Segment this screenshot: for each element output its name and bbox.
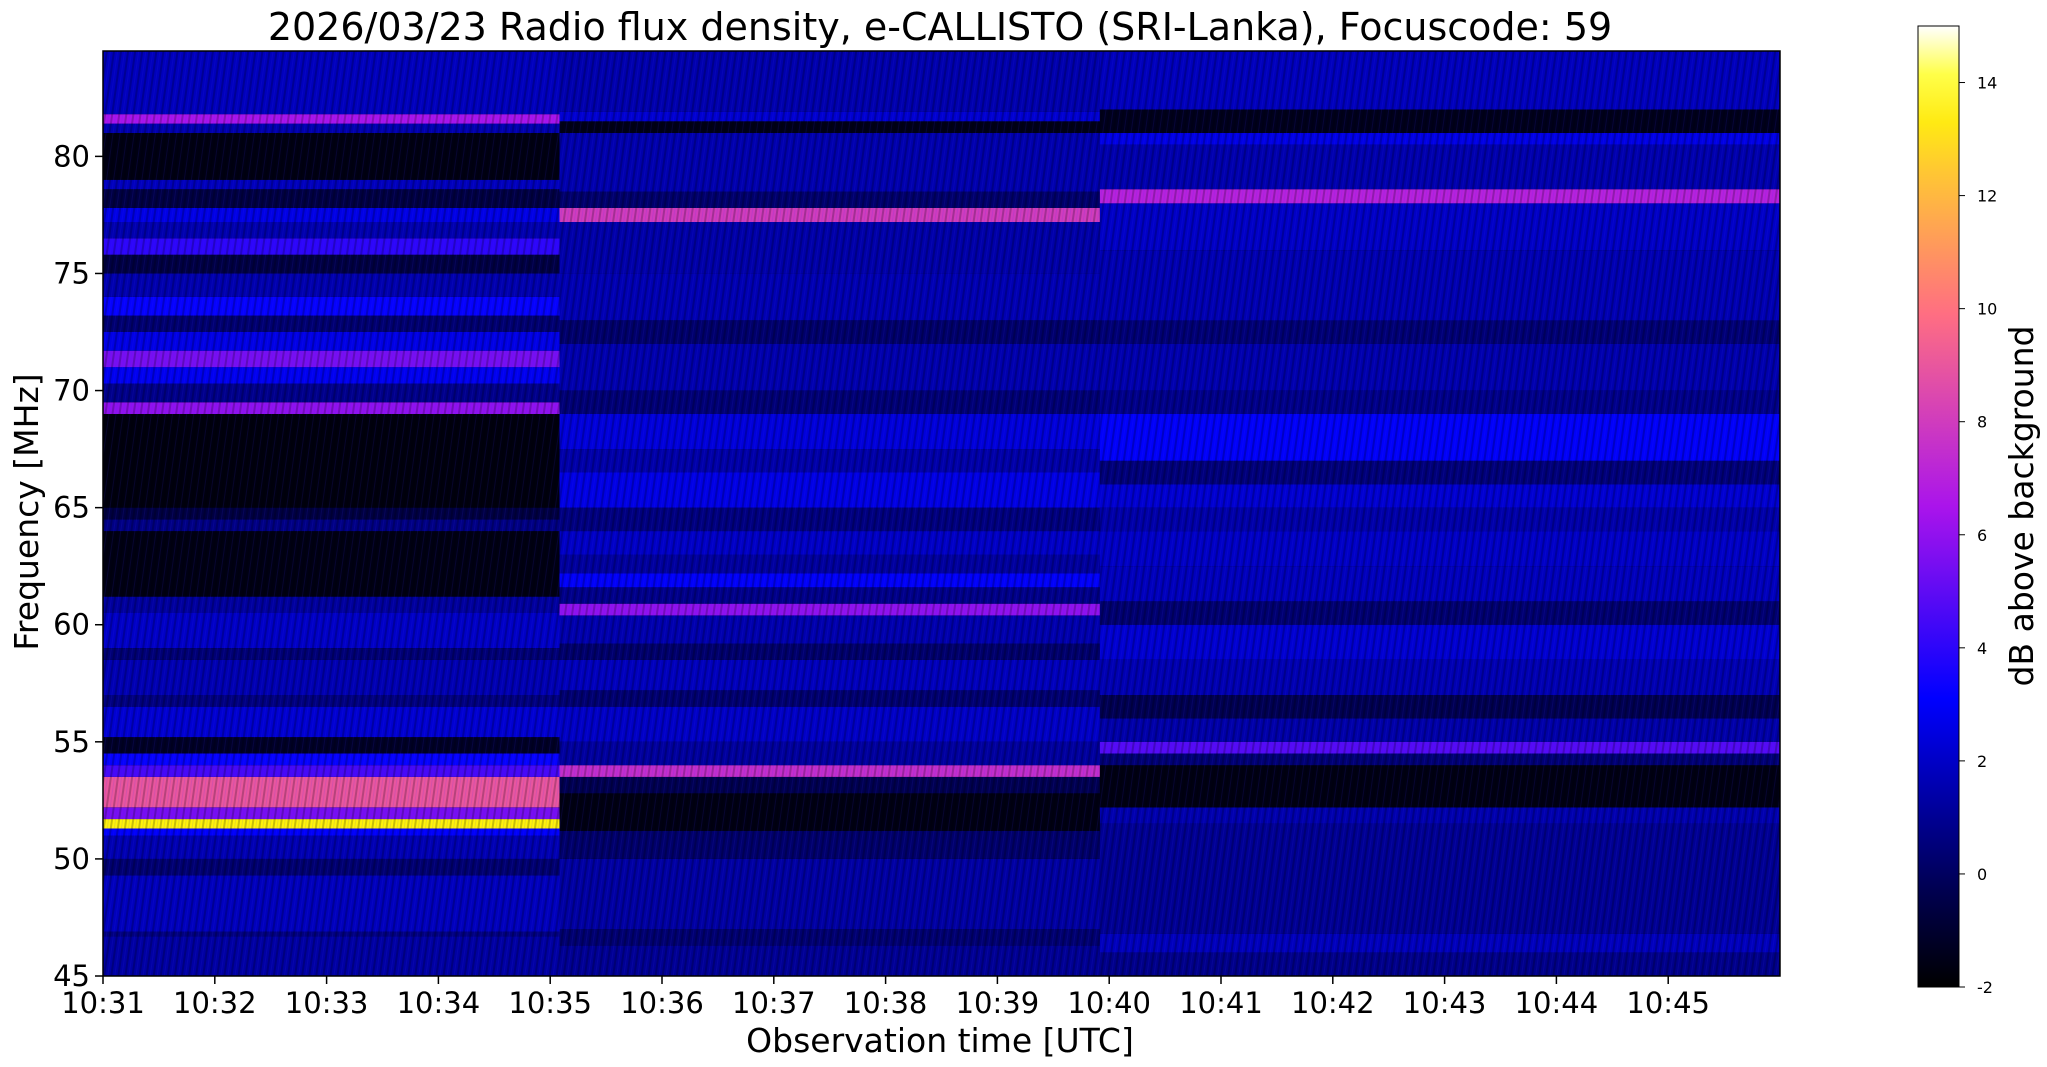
segment-2 [559, 51, 1100, 976]
x-tick-label: 10:42 [1291, 986, 1375, 1020]
segment-1 [103, 51, 560, 976]
segment-texture [559, 51, 1100, 976]
spectrogram-plot-area [102, 50, 1781, 977]
x-tick-label: 10:39 [956, 986, 1040, 1020]
colorbar-tick-label: 14 [1977, 74, 1997, 93]
y-tick-label: 60 [53, 608, 90, 642]
chart-title: 2026/03/23 Radio flux density, e-CALLIST… [268, 5, 1612, 49]
y-tick-label: 50 [53, 842, 90, 876]
y-tick-label: 55 [53, 725, 90, 759]
y-tick-label: 75 [53, 256, 90, 290]
x-tick-label: 10:40 [1067, 986, 1151, 1020]
x-tick-label: 10:45 [1626, 986, 1710, 1020]
colorbar-tick-label: 2 [1977, 752, 1987, 771]
x-tick-label: 10:35 [508, 986, 592, 1020]
y-axis-label: Frequency [MHz] [7, 373, 46, 650]
colorbar-tick-label: 12 [1977, 187, 1997, 206]
y-tick-label: 45 [53, 959, 90, 993]
y-tick-label: 65 [53, 491, 90, 525]
segment-texture [1099, 51, 1780, 976]
x-tick-label: 10:36 [620, 986, 704, 1020]
colorbar-tick-label: 4 [1977, 639, 1987, 658]
colorbar-tick-label: 0 [1977, 865, 1987, 884]
segment-3 [1099, 51, 1780, 976]
colorbar-label: dB above background [2002, 326, 2041, 687]
x-tick-label: 10:38 [844, 986, 928, 1020]
colorbar-tick-label: -2 [1977, 978, 1993, 997]
x-tick-label: 10:34 [397, 986, 481, 1020]
y-axis: 45 50 55 60 65 70 75 80 [53, 139, 103, 993]
spectrogram-figure: 2026/03/23 Radio flux density, e-CALLIST… [7, 5, 2041, 1060]
y-tick-label: 80 [53, 139, 90, 173]
x-tick-label: 10:43 [1403, 986, 1487, 1020]
x-axis: 10:31 10:32 10:33 10:34 10:35 10:36 10:37 10:38… [61, 976, 1710, 1020]
colorbar: -2 0 2 4 6 8 10 12 14 [1917, 25, 1997, 997]
y-tick-label: 70 [53, 374, 90, 408]
x-tick-label: 10:44 [1515, 986, 1599, 1020]
colorbar-tick-label: 6 [1977, 526, 1987, 545]
colorbar-tick-label: 10 [1977, 300, 1997, 319]
x-tick-label: 10:32 [173, 986, 257, 1020]
segment-texture [103, 51, 560, 976]
x-tick-label: 10:41 [1179, 986, 1263, 1020]
colorbar-gradient [1917, 25, 1960, 988]
x-tick-label: 10:37 [732, 986, 816, 1020]
x-axis-label: Observation time [UTC] [746, 1021, 1134, 1060]
colorbar-tick-label: 8 [1977, 413, 1987, 432]
x-tick-label: 10:33 [285, 986, 369, 1020]
